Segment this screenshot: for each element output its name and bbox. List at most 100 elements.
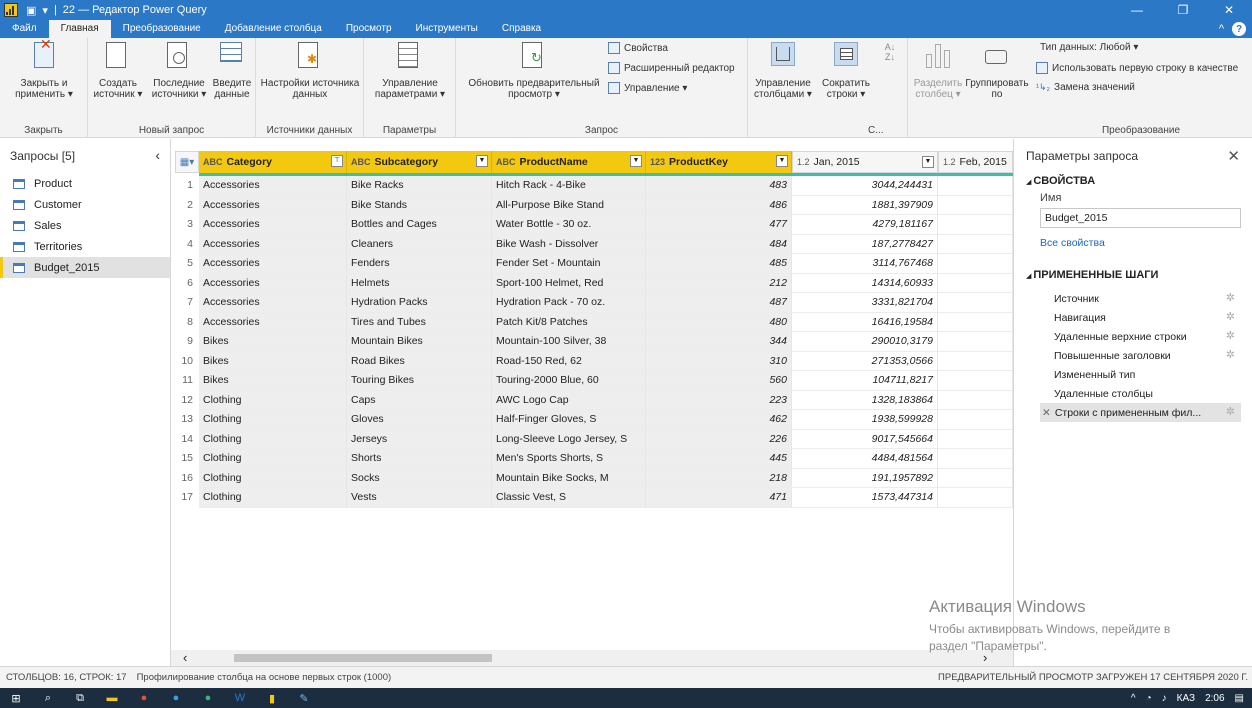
step-settings-icon[interactable]: ✲ [1226,310,1235,323]
table-cell[interactable] [938,234,1013,254]
query-item-budget-2015[interactable]: Budget_2015 [0,257,170,278]
table-cell[interactable]: 218 [646,468,792,488]
table-row[interactable]: 3 Accessories Bottles and Cages Water Bottl… [175,215,1013,235]
table-cell[interactable]: Road-150 Red, 62 [492,351,646,371]
recent-sources-button[interactable]: Последние источники ▾ [150,42,208,100]
chrome-icon[interactable]: ● [128,688,160,708]
table-cell[interactable]: 484 [646,234,792,254]
table-cell[interactable]: 471 [646,488,792,508]
table-cell[interactable]: 1328,183864 [792,390,938,410]
table-cell[interactable]: Touring Bikes [347,371,492,391]
table-row[interactable]: 11 Bikes Touring Bikes Touring-2000 Blue, 6… [175,371,1013,391]
new-source-button[interactable]: Создать источник ▾ [90,42,146,100]
table-cell[interactable] [938,468,1013,488]
query-item-territories[interactable]: Territories [0,236,170,257]
table-cell[interactable]: 3044,244431 [792,176,938,196]
table-row[interactable]: 6 Accessories Helmets Sport-100 Helmet, Red… [175,273,1013,293]
table-row[interactable]: 9 Bikes Mountain Bikes Mountain-100 Silver,… [175,332,1013,352]
task-view-icon[interactable]: ⧉ [64,688,96,708]
table-cell[interactable]: Clothing [199,449,347,469]
table-cell[interactable]: 1938,599928 [792,410,938,430]
step-settings-icon[interactable]: ✲ [1226,348,1235,361]
table-cell[interactable]: 477 [646,215,792,235]
table-cell[interactable]: 3331,821704 [792,293,938,313]
table-cell[interactable]: 487 [646,293,792,313]
query-item-customer[interactable]: Customer [0,194,170,215]
scroll-thumb[interactable] [234,654,492,662]
restore-button[interactable]: ❐ [1160,0,1206,20]
table-cell[interactable]: 226 [646,429,792,449]
table-cell[interactable]: 1881,397909 [792,195,938,215]
table-cell[interactable]: Cleaners [347,234,492,254]
browser-icon[interactable]: ● [160,688,192,708]
table-cell[interactable]: Clothing [199,468,347,488]
table-cell[interactable]: 344 [646,332,792,352]
table-cell[interactable] [938,371,1013,391]
step-settings-icon[interactable]: ✲ [1226,329,1235,342]
table-cell[interactable]: 223 [646,390,792,410]
table-cell[interactable]: Clothing [199,488,347,508]
use-first-row-button[interactable]: Использовать первую строку в качестве [1036,62,1238,74]
chevron-up-icon[interactable]: ^ [1131,693,1136,704]
step-settings-icon[interactable]: ✲ [1226,291,1235,304]
data-type-dropdown[interactable]: Тип данных: Любой ▾ [1040,42,1138,53]
dropdown-icon[interactable]: ▼ [922,156,934,168]
table-cell[interactable]: Accessories [199,312,347,332]
save-icon[interactable]: ▣ [26,4,36,17]
table-cell[interactable] [938,390,1013,410]
close-settings-icon[interactable]: ✕ [1227,147,1240,165]
table-row[interactable]: 16 Clothing Socks Mountain Bike Socks, M 218… [175,468,1013,488]
table-cell[interactable]: Accessories [199,234,347,254]
table-cell[interactable]: 483 [646,176,792,196]
applied-step[interactable]: Измененный тип [1040,365,1241,384]
clock[interactable]: 2:06 [1205,693,1224,704]
table-cell[interactable]: 4279,181167 [792,215,938,235]
table-cell[interactable]: Clothing [199,390,347,410]
table-cell[interactable]: Hitch Rack - 4-Bike [492,176,646,196]
advanced-editor-button[interactable]: Расширенный редактор [608,62,735,74]
table-cell[interactable] [938,273,1013,293]
table-cell[interactable]: 560 [646,371,792,391]
table-cell[interactable]: Accessories [199,254,347,274]
scroll-left-icon[interactable]: ‹ [183,650,187,665]
table-cell[interactable]: 462 [646,410,792,430]
paint-icon[interactable]: ✎ [288,688,320,708]
table-cell[interactable]: Water Bottle - 30 oz. [492,215,646,235]
split-column-button[interactable]: Разделить столбец ▾ [910,42,966,100]
collapse-queries-icon[interactable]: ‹ [155,147,160,163]
table-cell[interactable]: Bikes [199,351,347,371]
table-cell[interactable]: Bike Racks [347,176,492,196]
applied-step[interactable]: Источник ✲ [1040,289,1241,308]
table-cell[interactable]: Mountain Bikes [347,332,492,352]
help-icon[interactable]: ? [1232,22,1246,36]
windows-start-icon[interactable]: ⊞ [0,688,32,708]
datasource-settings-button[interactable]: ✱ Настройки источника данных [260,42,360,100]
table-cell[interactable]: Bike Stands [347,195,492,215]
table-cell[interactable]: Hydration Pack - 70 oz. [492,293,646,313]
applied-steps-section-title[interactable]: ПРИМЕНЕННЫЕ ШАГИ [1014,269,1252,281]
applied-step[interactable]: Удаленные столбцы [1040,384,1241,403]
table-cell[interactable]: 16416,19584 [792,312,938,332]
table-cell[interactable] [938,293,1013,313]
applied-step[interactable]: ✕ Строки с примененным фил... ✲ [1040,403,1241,422]
dropdown-icon[interactable]: ▼ [630,155,642,167]
table-cell[interactable] [938,351,1013,371]
table-cell[interactable]: Helmets [347,273,492,293]
table-cell[interactable]: Mountain Bike Socks, M [492,468,646,488]
table-cell[interactable] [938,312,1013,332]
table-cell[interactable]: 4484,481564 [792,449,938,469]
filter-applied-icon[interactable]: ⊤ [331,155,343,167]
table-cell[interactable]: Shorts [347,449,492,469]
column-header-productname[interactable]: ABC ProductName ▼ [492,151,646,173]
table-cell[interactable] [938,176,1013,196]
tab-add-column[interactable]: Добавление столбца [213,20,334,38]
table-cell[interactable]: Bike Wash - Dissolver [492,234,646,254]
table-cell[interactable]: Vests [347,488,492,508]
tab-help[interactable]: Справка [490,20,553,38]
dropdown-icon[interactable]: ▼ [776,155,788,167]
dropdown-icon[interactable]: ▼ [476,155,488,167]
table-cell[interactable]: 480 [646,312,792,332]
notifications-icon[interactable]: ▤ [1235,693,1244,704]
table-cell[interactable]: 9017,545664 [792,429,938,449]
table-cell[interactable]: Accessories [199,215,347,235]
